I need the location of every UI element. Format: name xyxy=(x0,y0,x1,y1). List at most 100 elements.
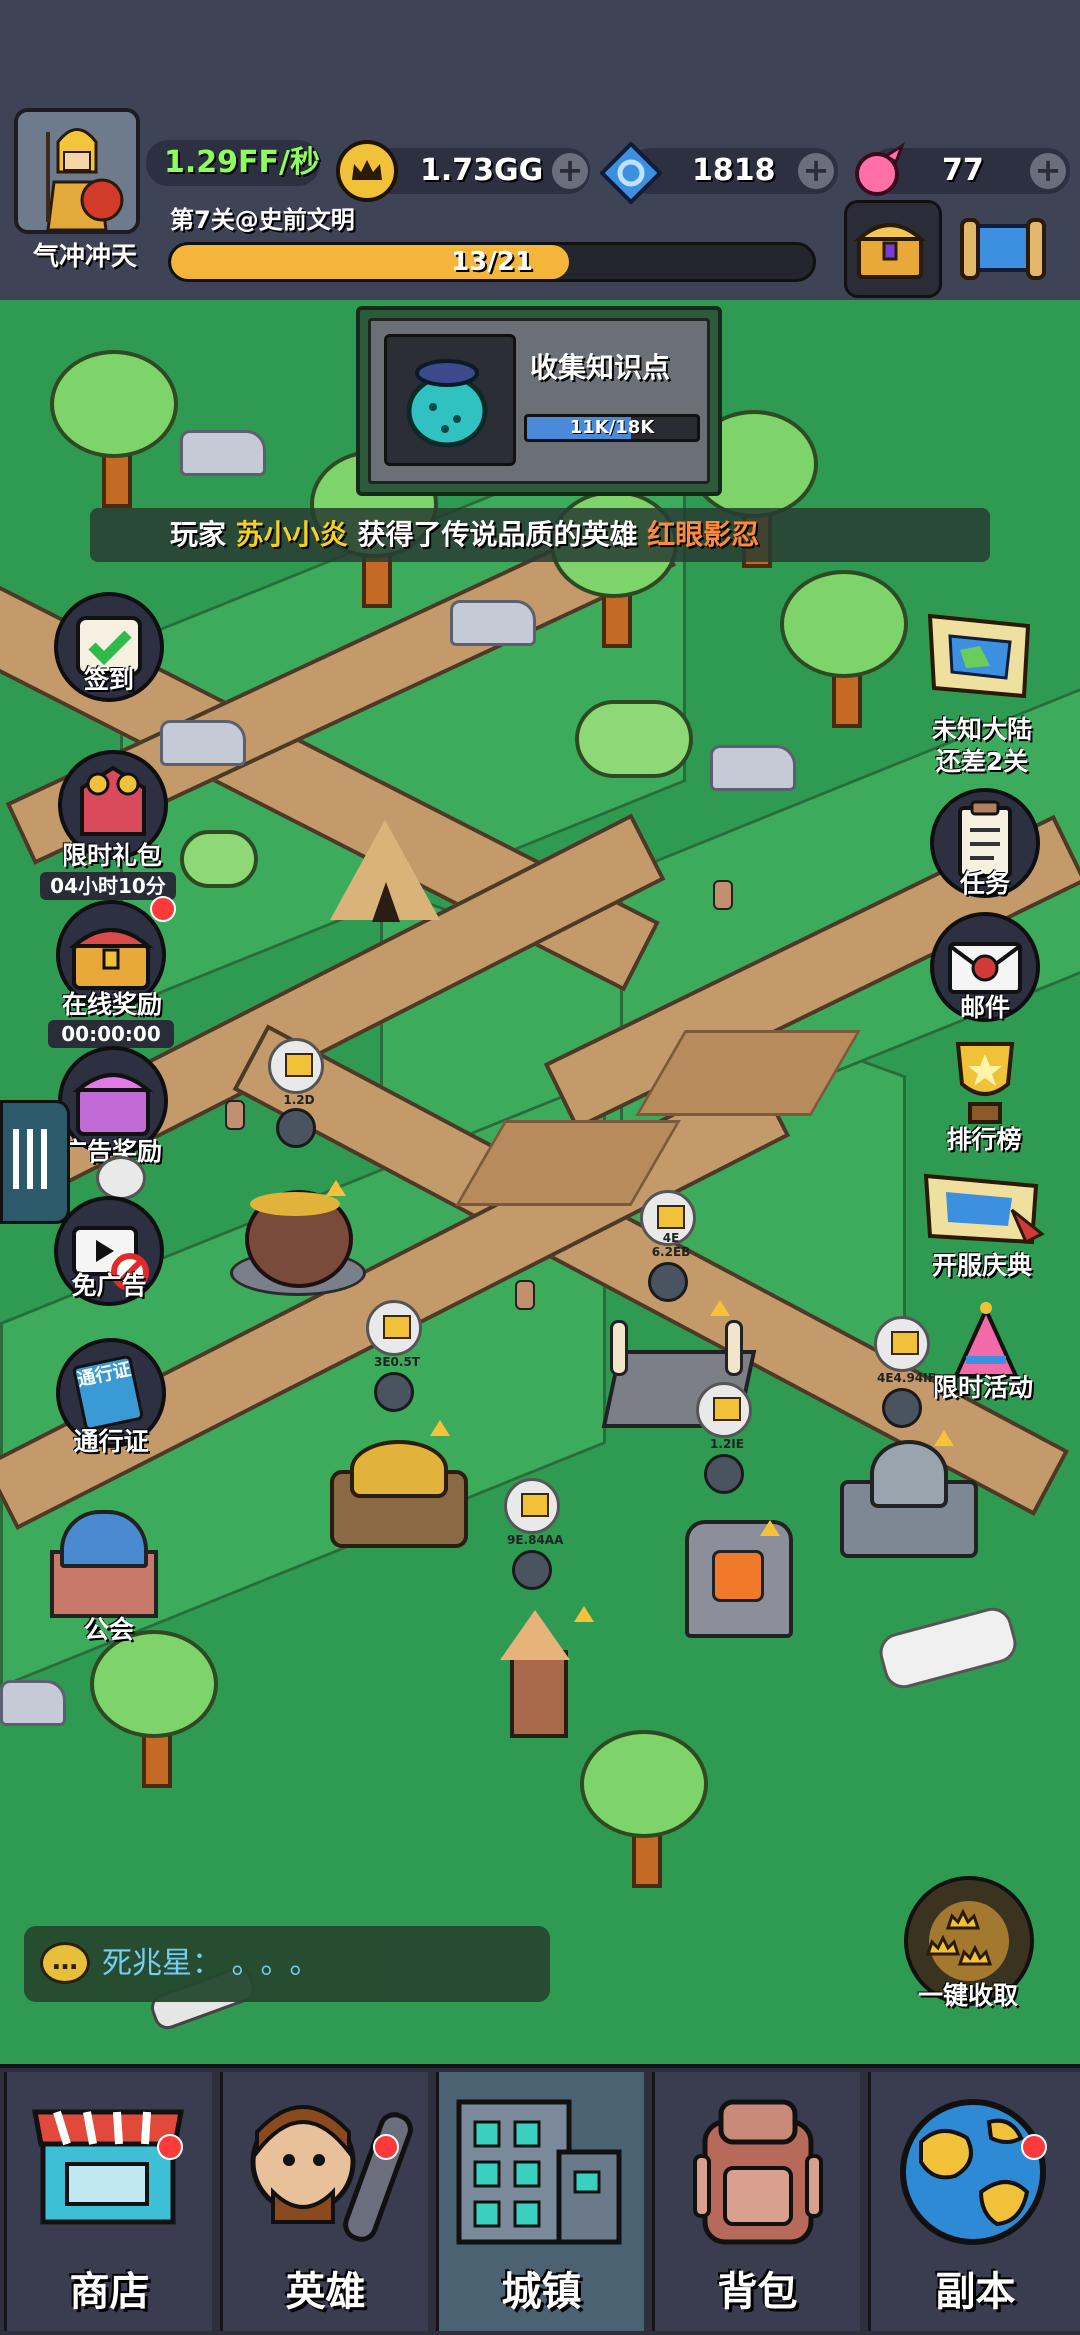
treasure-chest-button[interactable] xyxy=(844,200,942,298)
player-avatar[interactable] xyxy=(14,108,140,234)
rock xyxy=(180,430,266,476)
nav-label-bag: 背包 xyxy=(717,2269,798,2315)
bones-decoration xyxy=(875,1603,1021,1693)
guild-castle-building[interactable] xyxy=(40,1510,160,1618)
nav-label-dungeon: 副本 xyxy=(935,2269,1016,2315)
heroes-notification-dot xyxy=(373,2134,399,2160)
pass-label: 通行证 xyxy=(73,1427,149,1456)
upgrade-arrow-icon[interactable] xyxy=(430,1420,450,1436)
quest-progress-text: 11K/18K xyxy=(569,417,655,438)
quest-progress-bar: 11K/18K xyxy=(524,414,700,442)
war-hut-building[interactable] xyxy=(320,1430,470,1550)
add-candy-button[interactable]: + xyxy=(1030,153,1066,189)
hero-portrait[interactable] xyxy=(882,1388,922,1428)
tree xyxy=(90,1630,220,1790)
bush xyxy=(180,830,258,888)
building-income-bubble[interactable]: 1.2IE xyxy=(696,1382,752,1451)
crown-icon xyxy=(657,1205,685,1229)
mail-label: 邮件 xyxy=(959,993,1010,1022)
nav-tab-dungeon[interactable]: 副本 xyxy=(868,2072,1080,2331)
nav-label-town: 城镇 xyxy=(501,2269,582,2315)
limited-pack-label: 限时礼包 xyxy=(61,841,162,870)
chat-bar[interactable]: … 死兆星： 。。。 xyxy=(24,1926,550,2002)
building-income-bubble[interactable]: 4E 6.2EB xyxy=(640,1190,696,1259)
collect-all-label: 一键收取 xyxy=(917,1981,1018,2010)
nav-tab-shop[interactable]: 商店 xyxy=(4,2072,212,2331)
player-name: 气冲冲天 xyxy=(32,242,137,272)
hero-portrait[interactable] xyxy=(374,1372,414,1412)
limited-event-label: 限时活动 xyxy=(932,1373,1033,1402)
forge-building[interactable] xyxy=(660,1510,810,1640)
gem-value: 1818 xyxy=(692,153,776,188)
announce-player[interactable]: 苏小小炎 xyxy=(236,518,348,551)
unknown-continent-sublabel: 还差2关 xyxy=(935,747,1029,776)
hero-portrait[interactable] xyxy=(648,1262,688,1302)
nav-tab-bag[interactable]: 背包 xyxy=(652,2072,860,2331)
leaderboard-trophy-icon[interactable] xyxy=(930,1034,1040,1134)
quest-popup[interactable]: 收集知识点 11K/18K xyxy=(356,306,722,496)
building-income-bubble[interactable]: 1.2D xyxy=(268,1038,324,1107)
candy-icon xyxy=(846,140,908,202)
rock xyxy=(450,600,536,646)
nav-tab-heroes[interactable]: 英雄 xyxy=(220,2072,428,2331)
upgrade-arrow-icon[interactable] xyxy=(710,1300,730,1316)
checkin-label: 签到 xyxy=(83,665,134,694)
nav-label-shop: 商店 xyxy=(69,2269,150,2315)
server-celebration-icon[interactable] xyxy=(916,1170,1046,1250)
knowledge-pot-icon xyxy=(384,334,516,466)
online-reward-timer: 00:00:00 xyxy=(48,1020,174,1048)
stone-temple-building[interactable] xyxy=(830,1440,980,1560)
building-income-value: 1.2IE xyxy=(710,1437,744,1451)
server-celebration-label: 开服庆典 xyxy=(931,1251,1032,1280)
chat-bubble-icon: … xyxy=(40,1942,90,1984)
hero-portrait[interactable] xyxy=(276,1108,316,1148)
nav-label-heroes: 英雄 xyxy=(285,2269,366,2315)
chat-sender[interactable]: 死兆星 xyxy=(102,1946,192,1981)
map-scroll-button[interactable] xyxy=(958,210,1048,286)
online-reward-notification-dot xyxy=(150,896,176,922)
candy-value: 77 xyxy=(942,153,984,188)
nav-tab-town[interactable]: 城镇 xyxy=(436,2072,644,2331)
unknown-continent-map-icon[interactable] xyxy=(920,606,1038,706)
guild-label: 公会 xyxy=(83,1615,134,1644)
upgrade-arrow-icon[interactable] xyxy=(326,1180,346,1196)
villager xyxy=(225,1100,245,1130)
dungeon-notification-dot xyxy=(1021,2134,1047,2160)
announce-hero[interactable]: 红眼影忍 xyxy=(647,518,759,551)
rock xyxy=(0,1680,66,1726)
add-gold-button[interactable]: + xyxy=(552,153,588,189)
add-gem-button[interactable]: + xyxy=(798,153,834,189)
leaderboard-label: 排行榜 xyxy=(946,1125,1022,1154)
crown-icon xyxy=(713,1397,741,1421)
announce-middle: 获得了传说品质的英雄 xyxy=(357,518,638,551)
hero-portrait[interactable] xyxy=(512,1550,552,1590)
upgrade-arrow-icon[interactable] xyxy=(574,1606,594,1622)
announce-prefix: 玩家 xyxy=(170,518,227,551)
villager xyxy=(713,880,733,910)
bush xyxy=(575,700,693,778)
totem-building[interactable] xyxy=(490,1610,580,1740)
no-ads-label: 免广告 xyxy=(71,1271,147,1300)
building-income-bubble[interactable]: 4E4.94IF xyxy=(874,1316,936,1385)
pass-icon-text: 通行证 xyxy=(71,1354,145,1432)
gem-icon xyxy=(599,141,663,205)
gold-crown-icon xyxy=(336,140,398,202)
quest-title: 收集知识点 xyxy=(530,351,671,384)
hero-portrait[interactable] xyxy=(704,1454,744,1494)
stage-progress-bar: 13/21 xyxy=(168,242,816,282)
stage-label: 第7关@史前文明 xyxy=(170,206,355,234)
crown-icon xyxy=(521,1493,549,1517)
limited-pack-timer: 04小时10分 xyxy=(40,872,176,900)
gold-value: 1.73GG xyxy=(420,153,544,188)
stage-progress-text: 13/21 xyxy=(451,247,533,277)
upgrade-arrow-icon[interactable] xyxy=(760,1520,780,1536)
tepee-building[interactable] xyxy=(330,820,440,930)
cauldron-building[interactable] xyxy=(220,1170,370,1300)
tasks-label: 任务 xyxy=(959,869,1010,898)
building-income-bubble[interactable]: 9E.84AA xyxy=(504,1478,563,1547)
crown-icon xyxy=(891,1331,919,1355)
crown-icon xyxy=(383,1315,411,1339)
shop-notification-dot xyxy=(157,2134,183,2160)
upgrade-arrow-icon[interactable] xyxy=(934,1430,954,1446)
building-income-bubble[interactable]: 3E0.5T xyxy=(366,1300,422,1369)
